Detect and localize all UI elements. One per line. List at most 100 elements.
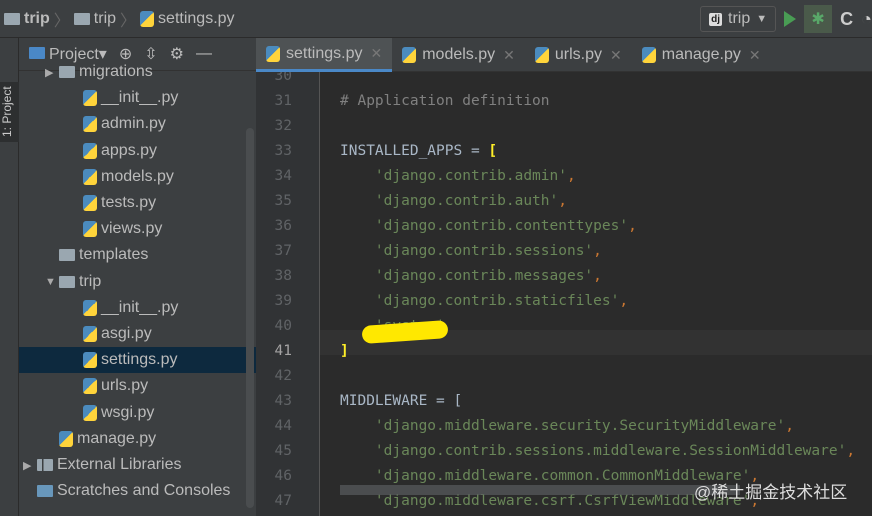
close-icon[interactable]: ✕ <box>610 47 622 64</box>
python-file-icon <box>83 221 97 238</box>
horizontal-scrollbar[interactable] <box>340 485 740 495</box>
coverage-icon[interactable]: C <box>840 9 853 30</box>
code-line: INSTALLED_APPS = [ <box>340 143 497 159</box>
code-text: 'django.contrib.admin' <box>340 168 567 184</box>
code-line: 'django.contrib.sessions', <box>340 243 602 259</box>
python-file-icon <box>83 326 97 342</box>
breadcrumb-file[interactable]: settings.py <box>140 10 235 28</box>
tree-item[interactable]: Scratches and Consoles <box>19 478 256 504</box>
code-text: 'django.contrib.staticfiles' <box>340 293 620 309</box>
comma: , <box>593 243 602 259</box>
code-line: # Application definition <box>340 93 550 109</box>
tree-item[interactable]: __init__.py <box>19 85 256 111</box>
python-file-icon <box>83 404 97 421</box>
tree-item[interactable]: admin.py <box>19 111 256 137</box>
tree-item-label: migrations <box>79 63 153 80</box>
tab-manage[interactable]: manage.py ✕ <box>632 38 771 72</box>
project-tool-tab[interactable]: 1: Project <box>0 82 19 142</box>
tree-item[interactable]: manage.py <box>19 426 256 452</box>
code-text: 'django.contrib.messages' <box>340 268 594 284</box>
line-number: 40 <box>274 318 292 334</box>
tab-label: settings.py <box>286 44 363 62</box>
code-line: 'django.contrib.staticfiles', <box>340 293 628 309</box>
tree-item[interactable]: apps.py <box>19 138 256 164</box>
line-number: 41 <box>274 343 292 359</box>
comma: , <box>628 218 637 234</box>
chevron-down-icon[interactable]: ▼ <box>45 276 59 288</box>
python-file-icon <box>83 142 97 159</box>
code-text: 'django.contrib.sessions' <box>340 243 594 259</box>
tree-item-label: __init__.py <box>101 298 179 316</box>
run-config-select[interactable]: dj trip ▼ <box>700 6 777 32</box>
python-file-icon <box>83 116 97 133</box>
tree-item-label: views.py <box>101 220 163 238</box>
comma: , <box>785 418 794 434</box>
project-icon <box>29 47 45 59</box>
run-icon[interactable] <box>784 11 797 27</box>
chevron-right-icon[interactable]: ▶ <box>45 66 59 79</box>
tree-item-label: wsgi.py <box>101 403 155 421</box>
code-line: ] <box>340 343 349 359</box>
debug-icon[interactable]: ✱ <box>804 5 833 33</box>
tree-item[interactable]: wsgi.py <box>19 400 256 426</box>
breadcrumb-separator: 〉 <box>53 12 70 30</box>
python-file-icon <box>402 47 417 63</box>
tree-item[interactable]: ▶ External Libraries <box>19 452 256 478</box>
code-text: INSTALLED_APPS = <box>340 143 489 159</box>
tree-item-label: templates <box>79 246 149 264</box>
tree-item-label: tests.py <box>101 194 157 211</box>
tree-item[interactable]: templates <box>19 242 256 268</box>
tab-label: models.py <box>422 46 496 63</box>
tree-item-label: External Libraries <box>57 456 182 473</box>
folder-icon <box>59 66 75 78</box>
tree-item[interactable]: __init__.py <box>19 295 256 321</box>
tree-item[interactable]: urls.py <box>19 373 256 399</box>
comma: , <box>566 168 576 184</box>
code-line: 'django.contrib.messages', <box>340 268 602 284</box>
tab-models[interactable]: models.py ✕ <box>392 38 525 72</box>
line-number: 35 <box>274 193 292 209</box>
tree-item-label: __init__.py <box>101 89 179 107</box>
breadcrumb-folder[interactable]: trip <box>73 10 116 28</box>
run-toolbar: dj trip ▼ ✱ C ◔ <box>700 5 872 33</box>
code-text: 'django.contrib.sessions.middleware.Sess… <box>340 443 847 459</box>
tree-item[interactable]: ▶ migrations <box>19 59 256 85</box>
tab-settings[interactable]: settings.py ✕ <box>256 38 393 72</box>
folder-icon <box>73 12 90 25</box>
python-file-icon <box>266 45 280 62</box>
tree-item[interactable]: models.py <box>19 164 256 190</box>
comma: , <box>619 293 629 309</box>
close-icon[interactable]: ✕ <box>749 47 761 64</box>
folder-icon <box>59 275 75 288</box>
code-line: 'django.middleware.security.SecurityMidd… <box>340 418 794 434</box>
breadcrumb-separator: 〉 <box>120 12 137 30</box>
line-number: 30 <box>274 72 292 84</box>
code-line: 'django.contrib.admin', <box>340 168 576 184</box>
python-file-icon <box>140 10 155 27</box>
tree-item-label: trip <box>79 272 102 290</box>
tree-item[interactable]: ▼ trip <box>19 269 256 295</box>
bracket: ] <box>340 343 349 359</box>
watermark: @稀土掘金技术社区 <box>694 483 848 502</box>
tree-item[interactable]: views.py <box>19 216 256 242</box>
close-icon[interactable]: ✕ <box>370 45 382 62</box>
python-file-icon <box>534 47 549 63</box>
breadcrumb-project[interactable]: trip <box>4 10 50 28</box>
tree-scrollbar[interactable] <box>246 128 254 508</box>
tree-item[interactable]: asgi.py <box>19 321 256 347</box>
tree-item[interactable]: settings.py <box>19 347 256 374</box>
tree-item[interactable]: tests.py <box>19 190 256 216</box>
line-number: 32 <box>274 118 292 134</box>
close-icon[interactable]: ✕ <box>503 47 515 64</box>
line-number: 36 <box>274 218 292 234</box>
tab-urls[interactable]: urls.py ✕ <box>525 38 632 72</box>
django-icon: dj <box>709 12 722 26</box>
line-number: 46 <box>274 468 292 484</box>
line-number: 47 <box>274 493 292 509</box>
chevron-right-icon[interactable]: ▶ <box>23 459 37 472</box>
code-editor[interactable]: 30 31 # Application definition 32 33 INSTALLE… <box>256 72 872 516</box>
library-icon <box>37 459 53 471</box>
python-file-icon <box>83 195 97 211</box>
code-text: # Application definition <box>340 93 550 109</box>
profile-icon[interactable]: ◔ <box>861 9 872 30</box>
